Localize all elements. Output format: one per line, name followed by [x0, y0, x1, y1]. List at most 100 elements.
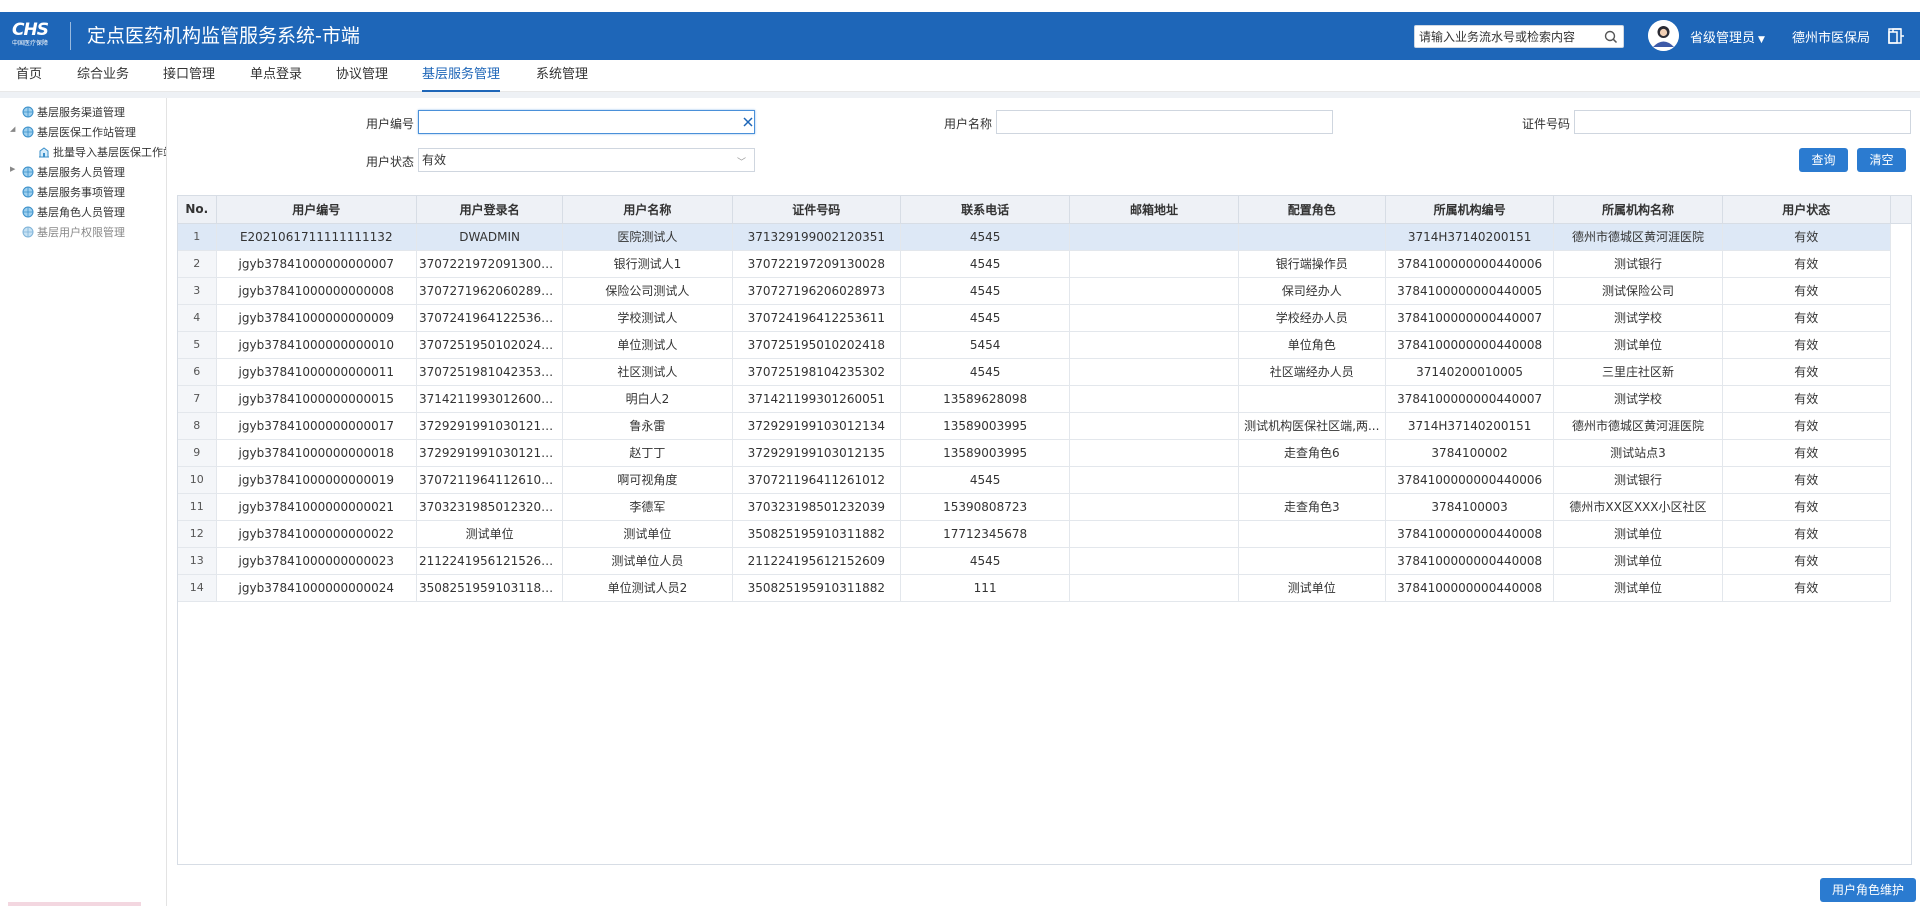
tree-expand-icon[interactable]: ▶	[10, 165, 15, 173]
table-row[interactable]: 4 jgyb37841000000000009 370724196412253611…	[178, 304, 1892, 332]
table-row[interactable]: 2 jgyb37841000000000007 370722197209130028…	[178, 250, 1892, 278]
table-row[interactable]: 9 jgyb37841000000000018 372929199103012135…	[178, 439, 1892, 467]
table-cell: jgyb37841000000000011	[216, 358, 417, 386]
table-row[interactable]: 14 jgyb37841000000000024 35082519591031188…	[178, 574, 1892, 602]
tree-item-workstation[interactable]: 基层医保工作站管理	[22, 124, 136, 142]
table-row[interactable]: 5 jgyb37841000000000010 370725195010202418…	[178, 331, 1892, 359]
table-row[interactable]: 13 jgyb37841000000000023 21122419561215260…	[178, 547, 1892, 575]
cert-number-input[interactable]	[1574, 110, 1911, 134]
table-row[interactable]: 8 jgyb37841000000000017 372929199103012134…	[178, 412, 1892, 440]
status-select-value: 有效	[422, 153, 447, 167]
user-table-grid: No. 用户编号 用户登录名 用户名称 证件号码 联系电话 邮箱地址 配置角色 所属机构编号 所属…	[178, 196, 1892, 602]
table-cell: 3784100000000440008	[1385, 331, 1555, 359]
column-header[interactable]: 配置角色	[1238, 196, 1386, 224]
query-button[interactable]: 查询	[1799, 148, 1848, 172]
tree-item-matters[interactable]: 基层服务事项管理	[22, 184, 125, 202]
table-row[interactable]: 11 jgyb37841000000000021 37032319850123203…	[178, 493, 1892, 521]
table-cell: 测试机构医保社区端,两...	[1238, 412, 1386, 440]
table-cell: 有效	[1722, 466, 1892, 494]
row-number: 2	[178, 250, 217, 278]
nav-comprehensive[interactable]: 综合业务	[77, 60, 129, 92]
logo-divider	[70, 22, 71, 50]
row-number: 1	[178, 223, 217, 251]
table-cell: 有效	[1722, 493, 1892, 521]
column-header[interactable]: 所属机构名称	[1553, 196, 1723, 224]
nav-sso[interactable]: 单点登录	[250, 60, 302, 92]
nav-home[interactable]: 首页	[16, 60, 42, 92]
user-id-input[interactable]	[418, 110, 755, 134]
table-cell: 13589003995	[900, 439, 1071, 467]
main-nav: 首页 综合业务 接口管理 单点登录 协议管理 基层服务管理 系统管理	[0, 60, 1920, 92]
table-row[interactable]: 1 E2021061711111111132 DWADMIN 医院测试人 3713291…	[178, 223, 1892, 251]
table-cell: 3784100000000440005	[1385, 277, 1555, 305]
table-row[interactable]: 10 jgyb37841000000000019 37072119641126101…	[178, 466, 1892, 494]
table-cell: 医院测试人	[562, 223, 733, 251]
column-header[interactable]: 用户状态	[1722, 196, 1892, 224]
table-cell: 测试单位	[1553, 520, 1723, 548]
app-title: 定点医药机构监管服务系统-市端	[87, 25, 360, 47]
column-header[interactable]: 证件号码	[732, 196, 901, 224]
table-cell: 三里庄社区新	[1553, 358, 1723, 386]
user-role-maintain-button[interactable]: 用户角色维护	[1820, 878, 1916, 902]
tree-item-staff[interactable]: 基层服务人员管理	[22, 164, 125, 182]
row-number: 11	[178, 493, 217, 521]
table-cell	[1069, 223, 1239, 251]
chevron-down-icon[interactable]: ﹀	[737, 155, 746, 168]
table-cell: 有效	[1722, 439, 1892, 467]
nav-grassroots-service[interactable]: 基层服务管理	[422, 60, 501, 92]
search-icon[interactable]	[1603, 29, 1619, 45]
table-cell: 测试单位	[416, 520, 564, 548]
table-cell: 4545	[900, 304, 1071, 332]
table-cell: jgyb37841000000000022	[216, 520, 417, 548]
column-header[interactable]: 所属机构编号	[1385, 196, 1555, 224]
nav-interface[interactable]: 接口管理	[163, 60, 215, 92]
column-header[interactable]: 用户名称	[562, 196, 733, 224]
nav-agreement[interactable]: 协议管理	[336, 60, 388, 92]
table-cell: 3784100000000440008	[1385, 574, 1555, 602]
table-cell: 测试单位	[562, 520, 733, 548]
sidebar-scrollbar[interactable]	[8, 902, 141, 906]
tree-item-roles[interactable]: 基层角色人员管理	[22, 204, 125, 222]
sidebar-tree: 基层服务渠道管理 ◢ 基层医保工作站管理 批量导入基层医保工作站 ▶ 基层服务人…	[0, 98, 167, 906]
table-cell: jgyb37841000000000024	[216, 574, 417, 602]
column-header[interactable]: 联系电话	[900, 196, 1071, 224]
tree-item-permissions[interactable]: 基层用户权限管理	[22, 224, 125, 242]
column-header[interactable]: 邮箱地址	[1069, 196, 1239, 224]
column-header[interactable]: 用户登录名	[416, 196, 564, 224]
table-body: 1 E2021061711111111132 DWADMIN 医院测试人 3713291…	[178, 223, 1892, 602]
table-cell: 4545	[900, 277, 1071, 305]
logout-icon[interactable]	[1886, 26, 1906, 46]
table-cell: 有效	[1722, 223, 1892, 251]
table-row[interactable]: 6 jgyb37841000000000011 370725198104235302…	[178, 358, 1892, 386]
nav-system[interactable]: 系统管理	[536, 60, 588, 92]
global-search-input[interactable]	[1415, 26, 1601, 47]
avatar[interactable]	[1648, 20, 1679, 51]
table-row[interactable]: 12 jgyb37841000000000022 测试单位 测试单位 350825195…	[178, 520, 1892, 548]
table-row[interactable]: 3 jgyb37841000000000008 370727196206028973…	[178, 277, 1892, 305]
app-header: CHS 中国医疗保障 定点医药机构监管服务系统-市端 省级管理员▼ 德州市医保局	[0, 12, 1920, 60]
table-cell: 走查角色3	[1238, 493, 1386, 521]
table-cell: 370724196412253611	[732, 304, 901, 332]
column-header[interactable]: No.	[178, 196, 217, 224]
table-cell: 社区端经办人员	[1238, 358, 1386, 386]
clear-button[interactable]: 清空	[1857, 148, 1906, 172]
column-header[interactable]: 用户编号	[216, 196, 417, 224]
table-cell: 13589628098	[900, 385, 1071, 413]
tree-collapse-icon[interactable]: ◢	[10, 125, 15, 133]
clear-input-icon[interactable]	[741, 115, 755, 129]
table-cell: 4545	[900, 547, 1071, 575]
table-cell: 17712345678	[900, 520, 1071, 548]
status-label: 用户状态	[365, 155, 414, 169]
chs-logo: CHS 中国医疗保障	[12, 20, 60, 52]
tree-item-channel[interactable]: 基层服务渠道管理	[22, 104, 125, 122]
table-cell: jgyb37841000000000008	[216, 277, 417, 305]
table-cell: 社区测试人	[562, 358, 733, 386]
user-id-label: 用户编号	[365, 117, 414, 131]
table-cell: 5454	[900, 331, 1071, 359]
tree-item-batch-import[interactable]: 批量导入基层医保工作站	[38, 144, 166, 162]
status-select[interactable]: 有效	[418, 148, 755, 172]
table-cell	[1069, 358, 1239, 386]
table-row[interactable]: 7 jgyb37841000000000015 371421199301260051…	[178, 385, 1892, 413]
user-name-input[interactable]	[996, 110, 1333, 134]
user-menu[interactable]: 省级管理员 ▼	[1690, 27, 1765, 46]
